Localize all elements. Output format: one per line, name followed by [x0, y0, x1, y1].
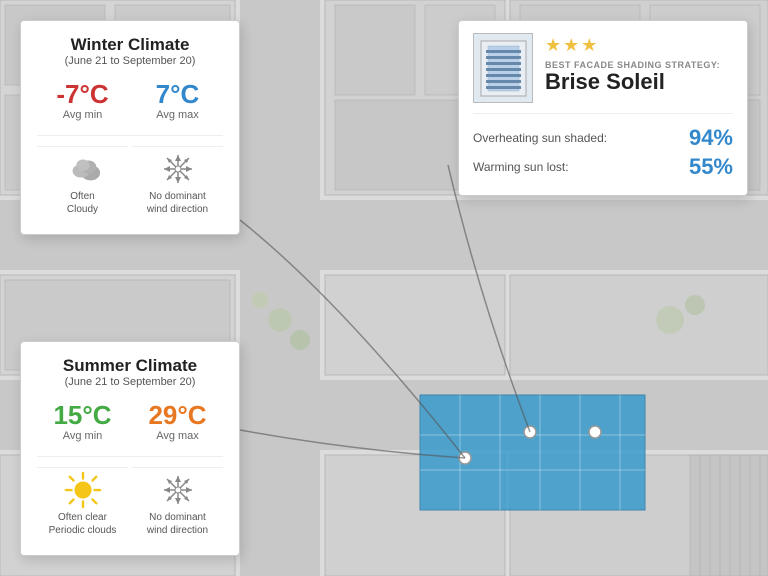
star-1: ★ — [545, 35, 561, 56]
summer-wind-cell: No dominantwind direction — [132, 467, 223, 541]
summer-divider — [37, 456, 223, 457]
winter-card-grid: -7°C Avg min 7°C Avg max OftenCloudy — [37, 77, 223, 220]
summer-wind-label: No dominantwind direction — [147, 511, 208, 537]
star-3: ★ — [581, 35, 597, 56]
winter-divider — [37, 135, 223, 136]
stars-row: ★ ★ ★ — [545, 35, 733, 56]
overheating-stat-row: Overheating sun shaded: 94% — [473, 125, 733, 151]
overheating-value: 94% — [689, 125, 733, 151]
summer-avg-max-value: 29°C — [148, 402, 206, 428]
summer-card-subtitle: (June 21 to September 20) — [37, 376, 223, 388]
winter-wind-label: No dominantwind direction — [147, 190, 208, 216]
summer-avg-min-cell: 15°C Avg min — [37, 398, 128, 446]
warming-stat-row: Warming sun lost: 55% — [473, 154, 733, 180]
shading-header: ★ ★ ★ Best Facade Shading Strategy: Bris… — [473, 33, 733, 103]
winter-avg-max-value: 7°C — [156, 81, 200, 107]
warming-value: 55% — [689, 154, 733, 180]
winter-wind-cell: No dominantwind direction — [132, 146, 223, 220]
sun-icon — [61, 472, 105, 508]
winter-avg-min-cell: -7°C Avg min — [37, 77, 128, 125]
summer-avg-max-label: Avg max — [156, 430, 199, 442]
summer-sky-cell: Often clearPeriodic clouds — [37, 467, 128, 541]
winter-sky-cell: OftenCloudy — [37, 146, 128, 220]
strategy-name: Brise Soleil — [545, 70, 733, 94]
winter-card-title: Winter Climate — [37, 35, 223, 55]
winter-avg-min-value: -7°C — [56, 81, 108, 107]
summer-avg-min-label: Avg min — [63, 430, 103, 442]
wind-icon-winter — [156, 151, 200, 187]
cloud-icon — [61, 151, 105, 187]
summer-avg-min-value: 15°C — [53, 402, 111, 428]
winter-sky-label: OftenCloudy — [67, 190, 98, 216]
winter-avg-max-label: Avg max — [156, 109, 199, 121]
summer-avg-max-cell: 29°C Avg max — [132, 398, 223, 446]
warming-label: Warming sun lost: — [473, 160, 569, 174]
shading-strategy-card: ★ ★ ★ Best Facade Shading Strategy: Bris… — [458, 20, 748, 196]
winter-avg-min-label: Avg min — [63, 109, 103, 121]
summer-climate-card: Summer Climate (June 21 to September 20)… — [20, 341, 240, 556]
facade-illustration — [473, 33, 533, 103]
summer-sky-label: Often clearPeriodic clouds — [49, 511, 117, 537]
overheating-label: Overheating sun shaded: — [473, 131, 607, 145]
summer-card-title: Summer Climate — [37, 356, 223, 376]
shading-info: ★ ★ ★ Best Facade Shading Strategy: Bris… — [545, 33, 733, 94]
summer-card-grid: 15°C Avg min 29°C Avg max — [37, 398, 223, 541]
winter-avg-max-cell: 7°C Avg max — [132, 77, 223, 125]
winter-card-subtitle: (June 21 to September 20) — [37, 55, 223, 67]
winter-climate-card: Winter Climate (June 21 to September 20)… — [20, 20, 240, 235]
wind-icon-summer — [156, 472, 200, 508]
star-2: ★ — [563, 35, 579, 56]
shading-stats: Overheating sun shaded: 94% Warming sun … — [473, 113, 733, 180]
